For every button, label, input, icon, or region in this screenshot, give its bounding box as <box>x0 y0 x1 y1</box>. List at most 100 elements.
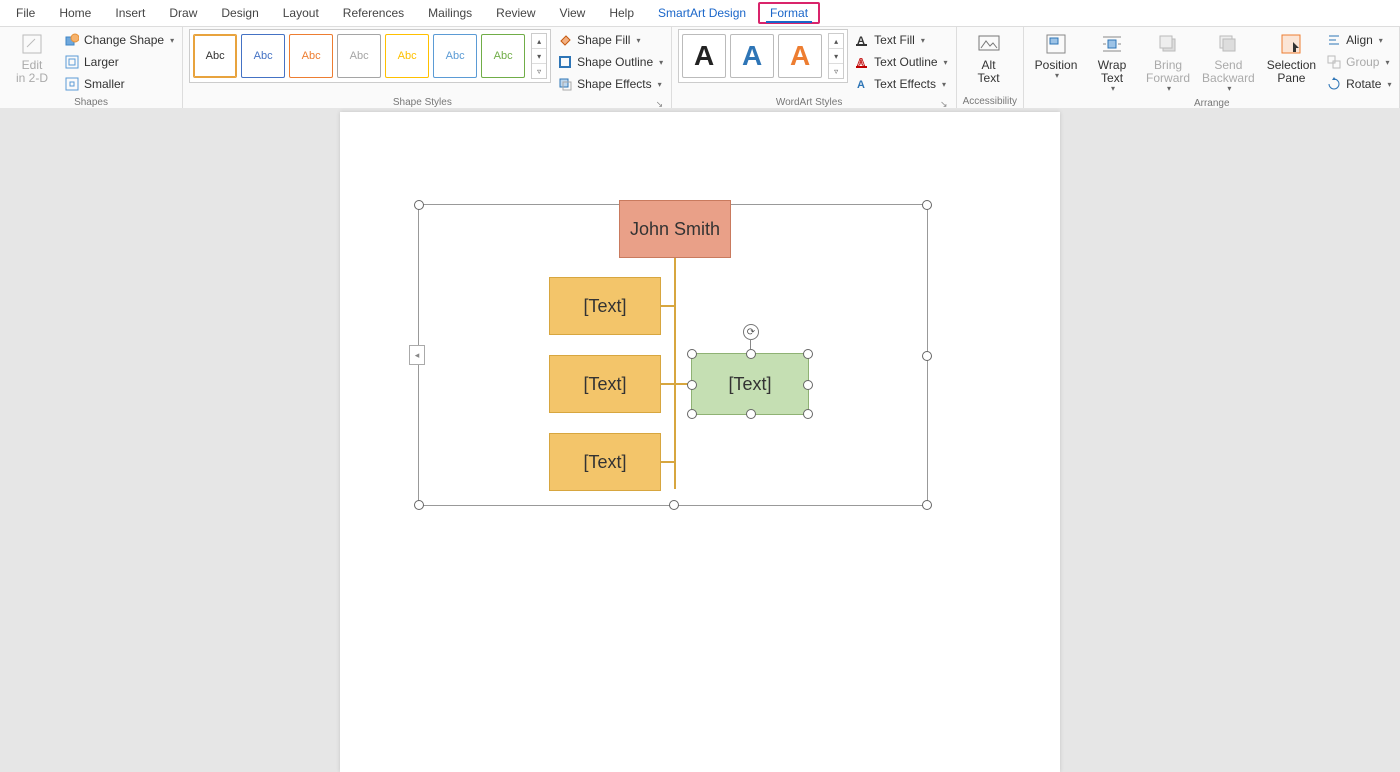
tab-file[interactable]: File <box>4 2 47 24</box>
wordart-gallery[interactable]: A A A ▴ ▾ ▿ <box>678 29 848 83</box>
style-swatch-4[interactable]: Abc <box>337 34 381 78</box>
smartart-node-selected[interactable]: [Text] ⟳ <box>691 353 809 415</box>
smartart-node-root[interactable]: John Smith <box>619 200 731 258</box>
chevron-down-icon: ▾ <box>1111 85 1115 94</box>
rotate-icon <box>1326 76 1342 92</box>
style-swatch-5[interactable]: Abc <box>385 34 429 78</box>
align-icon <box>1326 32 1342 48</box>
shape-fill-button[interactable]: Shape Fill▾ <box>555 29 665 51</box>
wordart-swatch-3[interactable]: A <box>778 34 822 78</box>
gallery-down-icon[interactable]: ▾ <box>829 49 843 64</box>
bring-forward-button[interactable]: Bring Forward▾ <box>1142 29 1194 96</box>
edit-in-2d-button[interactable]: Edit in 2-D <box>6 29 58 87</box>
smartart-node[interactable]: [Text] <box>549 277 661 335</box>
tab-help[interactable]: Help <box>597 2 646 24</box>
rotate-handle-icon[interactable]: ⟳ <box>743 324 759 340</box>
group-icon <box>1326 54 1342 70</box>
style-swatch-2[interactable]: Abc <box>241 34 285 78</box>
tab-design[interactable]: Design <box>209 2 270 24</box>
frame-handle[interactable] <box>669 500 679 510</box>
change-shape-button[interactable]: Change Shape▾ <box>62 29 176 51</box>
text-fill-icon: A <box>854 32 870 48</box>
edit-2d-icon <box>19 31 45 57</box>
tab-references[interactable]: References <box>331 2 416 24</box>
align-button[interactable]: Align▾ <box>1324 29 1393 51</box>
ribbon-tabs: File Home Insert Draw Design Layout Refe… <box>0 0 1400 27</box>
page[interactable]: ◂ John Smith [Text] [Text] [Text] [Text]… <box>340 112 1060 772</box>
wordart-swatch-1[interactable]: A <box>682 34 726 78</box>
node-handle[interactable] <box>687 409 697 419</box>
node-handle[interactable] <box>803 380 813 390</box>
alt-text-button[interactable]: Alt Text <box>963 29 1015 87</box>
smartart-frame[interactable]: ◂ John Smith [Text] [Text] [Text] [Text]… <box>418 204 928 506</box>
style-swatch-7[interactable]: Abc <box>481 34 525 78</box>
group-wordart-styles: A A A ▴ ▾ ▿ AText Fill▾ AText Outline▾ A… <box>672 27 956 109</box>
larger-button[interactable]: Larger <box>62 51 176 73</box>
wrap-text-button[interactable]: Wrap Text▾ <box>1086 29 1138 96</box>
text-effects-button[interactable]: AText Effects▾ <box>852 73 949 95</box>
smartart-node[interactable]: [Text] <box>549 433 661 491</box>
document-canvas[interactable]: ◂ John Smith [Text] [Text] [Text] [Text]… <box>0 108 1400 772</box>
tab-smartart-design[interactable]: SmartArt Design <box>646 2 758 24</box>
style-swatch-6[interactable]: Abc <box>433 34 477 78</box>
text-effects-icon: A <box>854 76 870 92</box>
chevron-down-icon: ▾ <box>942 80 946 89</box>
frame-handle[interactable] <box>922 500 932 510</box>
position-button[interactable]: Position▾ <box>1030 29 1082 83</box>
chevron-down-icon: ▾ <box>944 58 948 67</box>
shape-styles-gallery[interactable]: Abc Abc Abc Abc Abc Abc Abc ▴ ▾ ▿ <box>189 29 551 83</box>
tab-review[interactable]: Review <box>484 2 547 24</box>
group-objects-button[interactable]: Group▾ <box>1324 51 1393 73</box>
chevron-down-icon: ▾ <box>1385 58 1389 67</box>
gallery-more-icon[interactable]: ▿ <box>532 64 546 78</box>
shape-effects-button[interactable]: Shape Effects▾ <box>555 73 665 95</box>
tab-format[interactable]: Format <box>758 2 820 24</box>
frame-handle[interactable] <box>414 500 424 510</box>
smaller-button[interactable]: Smaller <box>62 73 176 95</box>
chevron-down-icon: ▾ <box>170 36 174 45</box>
shape-outline-button[interactable]: Shape Outline▾ <box>555 51 665 73</box>
chevron-down-icon: ▾ <box>1227 85 1231 94</box>
style-swatch-3[interactable]: Abc <box>289 34 333 78</box>
selection-pane-button[interactable]: Selection Pane <box>1263 29 1320 87</box>
svg-text:A: A <box>857 79 865 91</box>
smaller-icon <box>64 76 80 92</box>
node-handle[interactable] <box>687 349 697 359</box>
text-fill-button[interactable]: AText Fill▾ <box>852 29 949 51</box>
alt-text-icon <box>976 31 1002 57</box>
smartart-node[interactable]: [Text] <box>549 355 661 413</box>
node-handle[interactable] <box>746 409 756 419</box>
frame-handle[interactable] <box>922 351 932 361</box>
tab-layout[interactable]: Layout <box>271 2 331 24</box>
group-arrange: Position▾ Wrap Text▾ Bring Forward▾ Send… <box>1024 27 1400 109</box>
shape-fill-icon <box>557 32 573 48</box>
shape-effects-icon <box>557 76 573 92</box>
send-backward-icon <box>1215 31 1241 57</box>
gallery-down-icon[interactable]: ▾ <box>532 49 546 64</box>
node-handle[interactable] <box>803 349 813 359</box>
text-outline-button[interactable]: AText Outline▾ <box>852 51 949 73</box>
change-shape-icon <box>64 32 80 48</box>
chevron-down-icon: ▾ <box>636 36 640 45</box>
frame-handle[interactable] <box>414 200 424 210</box>
tab-mailings[interactable]: Mailings <box>416 2 484 24</box>
wordart-swatch-2[interactable]: A <box>730 34 774 78</box>
rotate-button[interactable]: Rotate▾ <box>1324 73 1393 95</box>
tab-insert[interactable]: Insert <box>103 2 157 24</box>
style-swatch-1[interactable]: Abc <box>193 34 237 78</box>
text-pane-toggle[interactable]: ◂ <box>409 345 425 365</box>
send-backward-button[interactable]: Send Backward▾ <box>1198 29 1259 96</box>
node-handle[interactable] <box>746 349 756 359</box>
tab-home[interactable]: Home <box>47 2 103 24</box>
node-handle[interactable] <box>687 380 697 390</box>
gallery-more-icon[interactable]: ▿ <box>829 64 843 78</box>
node-handle[interactable] <box>803 409 813 419</box>
frame-handle[interactable] <box>922 200 932 210</box>
tab-view[interactable]: View <box>548 2 598 24</box>
chevron-down-icon: ▾ <box>1387 80 1391 89</box>
gallery-up-icon[interactable]: ▴ <box>532 34 546 49</box>
chevron-down-icon: ▾ <box>1167 85 1171 94</box>
gallery-up-icon[interactable]: ▴ <box>829 34 843 49</box>
chevron-down-icon: ▾ <box>1055 72 1059 81</box>
tab-draw[interactable]: Draw <box>157 2 209 24</box>
